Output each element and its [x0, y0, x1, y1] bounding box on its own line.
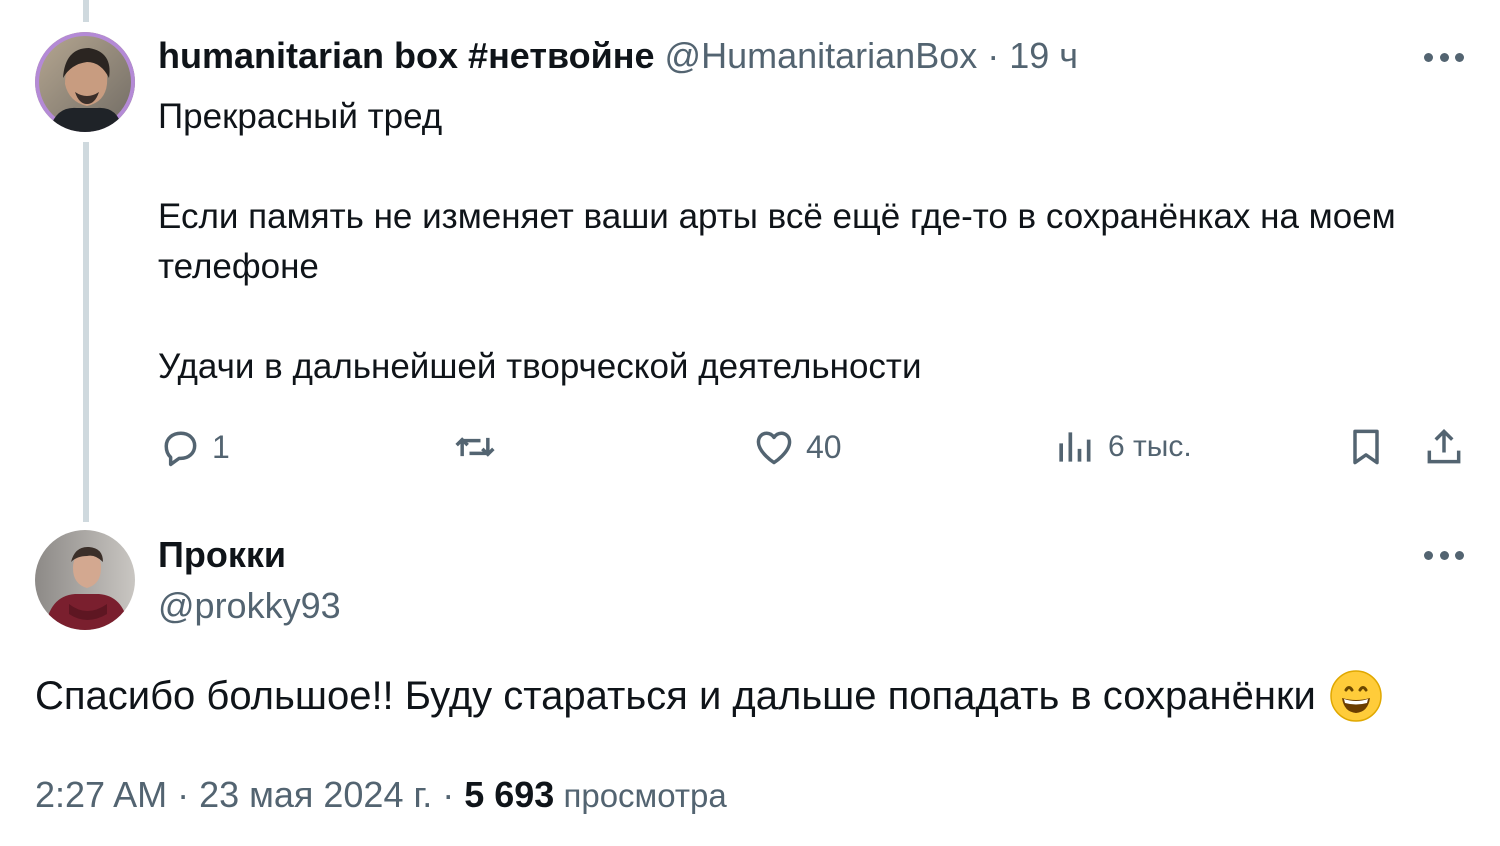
like-icon	[756, 431, 792, 465]
views-count: 5 693	[464, 774, 555, 815]
reply-button[interactable]: 1	[158, 424, 230, 470]
bookmark-icon	[1353, 429, 1379, 465]
author-handle[interactable]: @HumanitarianBox	[665, 35, 978, 76]
tweet-time[interactable]: 19 ч	[1009, 35, 1078, 76]
reply-text-content: Спасибо большое!! Буду стараться и дальш…	[35, 674, 1316, 718]
views-label: просмотра	[554, 777, 727, 814]
bookmark-button[interactable]	[1344, 424, 1388, 470]
reply-author-handle[interactable]: @prokky93	[158, 584, 341, 628]
author-display-name[interactable]: humanitarian box #нетвойне	[158, 35, 655, 76]
avatar[interactable]	[35, 32, 135, 132]
retweet-button[interactable]	[453, 424, 497, 470]
reply-tweet-text: Спасибо большое!! Буду стараться и дальш…	[35, 668, 1382, 724]
thread-connector-top	[83, 0, 89, 22]
reply-count: 1	[212, 428, 230, 465]
view-count: 6 тыс.	[1108, 430, 1192, 463]
tweet-actions: 1 40 6 тыс.	[158, 424, 1468, 470]
more-icon[interactable]	[1424, 545, 1464, 565]
views-icon	[1059, 432, 1091, 462]
tweet-timestamp[interactable]: 2:27 AM · 23 мая 2024 г. ·	[35, 774, 464, 815]
share-icon	[1427, 428, 1461, 464]
tweet-header: humanitarian box #нетвойне @Humanitarian…	[158, 34, 1078, 78]
more-icon[interactable]	[1424, 47, 1464, 67]
tweet-meta: 2:27 AM · 23 мая 2024 г. · 5 693 просмот…	[35, 772, 727, 819]
like-button[interactable]: 40	[752, 424, 842, 470]
like-count: 40	[806, 428, 842, 465]
header-separator: ·	[987, 35, 1000, 76]
views-button[interactable]: 6 тыс.	[1052, 424, 1192, 470]
avatar[interactable]	[35, 530, 135, 630]
share-button[interactable]	[1422, 424, 1466, 470]
retweet-icon	[455, 437, 495, 457]
thread-connector	[83, 142, 89, 522]
grinning-face-emoji	[1330, 670, 1382, 722]
reply-icon	[164, 431, 197, 467]
tweet-text: Прекрасный тред Если память не изменяет …	[158, 97, 1396, 386]
reply-author-display-name[interactable]: Прокки	[158, 533, 286, 577]
